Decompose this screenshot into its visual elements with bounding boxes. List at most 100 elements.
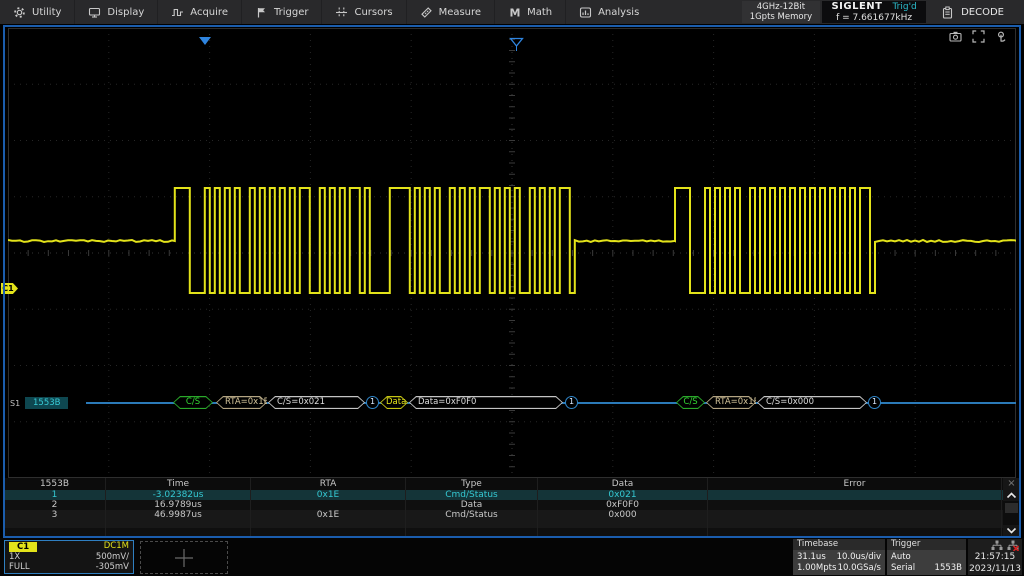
channel1-probe: 1X <box>9 553 20 563</box>
channel1-level-marker-label: C1 <box>2 284 13 293</box>
timebase-panel[interactable]: Timebase 31.1us 10.0us/div 1.00Mpts 10.0… <box>793 539 885 575</box>
table-empty-row <box>4 528 1004 536</box>
table-cell: Cmd/Status <box>406 510 538 520</box>
decode-button[interactable]: DECODE <box>926 0 1024 24</box>
menu-math-label: Math <box>527 7 552 18</box>
clock-time: 21:57:15 <box>975 551 1015 563</box>
specs-line1: 4GHz-12Bit <box>757 2 805 12</box>
trigger-position-marker[interactable] <box>199 37 211 45</box>
decode-result-table: 1553BTimeRTATypeDataError1-3.02382us0x1E… <box>4 478 1004 536</box>
table-row[interactable]: 216.9789usData0xF0F0 <box>4 500 1004 510</box>
menu-math[interactable]: M Math <box>494 0 565 24</box>
table-cell: 1 <box>4 490 106 500</box>
table-scroll-down-button[interactable] <box>1003 525 1020 536</box>
menu-cursors-label: Cursors <box>354 7 392 18</box>
fullscreen-icon[interactable] <box>972 30 985 43</box>
table-cell <box>251 528 406 536</box>
channel1-descriptor[interactable]: C1 DC1M 1X 500mV/ FULL -305mV <box>4 540 134 574</box>
menu-utility[interactable]: Utility <box>0 0 74 24</box>
channel1-offset: -305mV <box>96 563 129 573</box>
waveform-display-area: C1 S1 1553B C/SRTA=0x1EC/S=0x0211DataDat… <box>0 24 1024 538</box>
decode-bubble-field: RTA=0x1E <box>706 396 756 409</box>
acquire-icon <box>171 6 184 19</box>
table-cell <box>708 500 1002 510</box>
table-cell: 0x1E <box>251 490 406 500</box>
decode-bubble-value: C/S=0x000 <box>757 396 867 409</box>
svg-text:M: M <box>510 6 521 19</box>
clock-panel[interactable]: 21:57:15 2023/11/13 <box>968 539 1022 575</box>
table-scroll-up-button[interactable] <box>1003 490 1020 501</box>
table-header-cell: Type <box>406 478 538 490</box>
table-cell <box>4 528 106 536</box>
plus-icon <box>172 546 196 570</box>
table-cell <box>106 520 251 528</box>
decode-protocol-badge[interactable]: 1553B <box>25 397 68 409</box>
table-scrollbar-track[interactable] <box>1003 501 1020 525</box>
table-cell <box>406 520 538 528</box>
table-header-cell: RTA <box>251 478 406 490</box>
table-cell: 0x1E <box>251 510 406 520</box>
timebase-samplerate: 10.0GSa/s <box>838 563 881 573</box>
decode-lane: S1 1553B C/SRTA=0x1EC/S=0x0211DataData=0… <box>0 396 1024 410</box>
table-cell <box>538 528 708 536</box>
table-cell: Data <box>406 500 538 510</box>
menu-measure-label: Measure <box>439 7 482 18</box>
table-header-cell: Error <box>708 478 1002 490</box>
table-row[interactable]: 346.9987us0x1ECmd/Status0x000 <box>4 510 1004 520</box>
timebase-title: Timebase <box>793 539 885 550</box>
topbar-status-cluster: 4GHz-12Bit 1Gpts Memory SIGLENT Trig'd f… <box>742 0 1024 24</box>
menu-analysis[interactable]: Analysis <box>565 0 652 24</box>
menu-cursors[interactable]: Cursors <box>321 0 405 24</box>
table-header-cell: Data <box>538 478 708 490</box>
table-cell <box>538 520 708 528</box>
camera-icon[interactable] <box>949 30 962 43</box>
table-empty-row <box>4 520 1004 528</box>
trigger-status-badge: Trig'd <box>892 2 916 13</box>
add-channel-button[interactable] <box>140 541 228 574</box>
table-header-row: 1553BTimeRTATypeDataError <box>4 478 1004 490</box>
table-cell: 16.9789us <box>106 500 251 510</box>
menu-utility-label: Utility <box>32 7 61 18</box>
menu-acquire-label: Acquire <box>190 7 228 18</box>
chevron-down-icon <box>1006 527 1017 534</box>
menu-acquire[interactable]: Acquire <box>157 0 241 24</box>
table-cell: 2 <box>4 500 106 510</box>
brand-logo: SIGLENT <box>831 1 882 12</box>
table-cell <box>4 520 106 528</box>
menu-measure[interactable]: Measure <box>406 0 495 24</box>
trigger-mode: Auto <box>891 552 911 562</box>
table-close-button[interactable]: × <box>1007 478 1015 490</box>
table-header-cell: Time <box>106 478 251 490</box>
analysis-icon <box>579 6 592 19</box>
touch-icon[interactable] <box>995 30 1008 43</box>
decode-bubble-cs: C/S <box>676 396 705 409</box>
clock-date: 2023/11/13 <box>969 563 1021 575</box>
table-cell <box>251 500 406 510</box>
table-row[interactable]: 1-3.02382us0x1ECmd/Status0x021 <box>4 490 1004 500</box>
decode-bubble-cs: C/S <box>173 396 213 409</box>
acquisition-specs: 4GHz-12Bit 1Gpts Memory <box>742 1 820 23</box>
table-header-cell: 1553B <box>4 478 106 490</box>
table-cell <box>106 528 251 536</box>
menu-bar: Utility Display Acquire Trigger Cursors <box>0 0 1024 24</box>
horizontal-delay-marker[interactable] <box>509 37 524 52</box>
decode-word-separator: 1 <box>565 396 578 409</box>
flag-icon <box>255 6 268 19</box>
table-cell: Cmd/Status <box>406 490 538 500</box>
decode-word-separator: 1 <box>366 396 379 409</box>
timebase-scale: 10.0us/div <box>837 552 881 562</box>
timebase-points: 1.00Mpts <box>797 563 836 573</box>
cursors-icon <box>335 6 348 19</box>
trigger-panel[interactable]: Trigger Auto Serial 1553B <box>887 539 966 575</box>
menu-trigger[interactable]: Trigger <box>241 0 322 24</box>
trigger-frequency-readout: f = 7.661677kHz <box>836 13 912 24</box>
table-scrollbar-thumb[interactable] <box>1005 503 1018 513</box>
table-cell <box>708 490 1002 500</box>
table-cell <box>708 520 1002 528</box>
channel1-badge: C1 <box>9 542 37 552</box>
table-cell: 0x000 <box>538 510 708 520</box>
menu-display[interactable]: Display <box>74 0 157 24</box>
lan-disconnected-icon <box>1007 540 1019 551</box>
clipboard-icon <box>942 6 953 19</box>
decode-bubble-data: Data <box>380 396 408 409</box>
